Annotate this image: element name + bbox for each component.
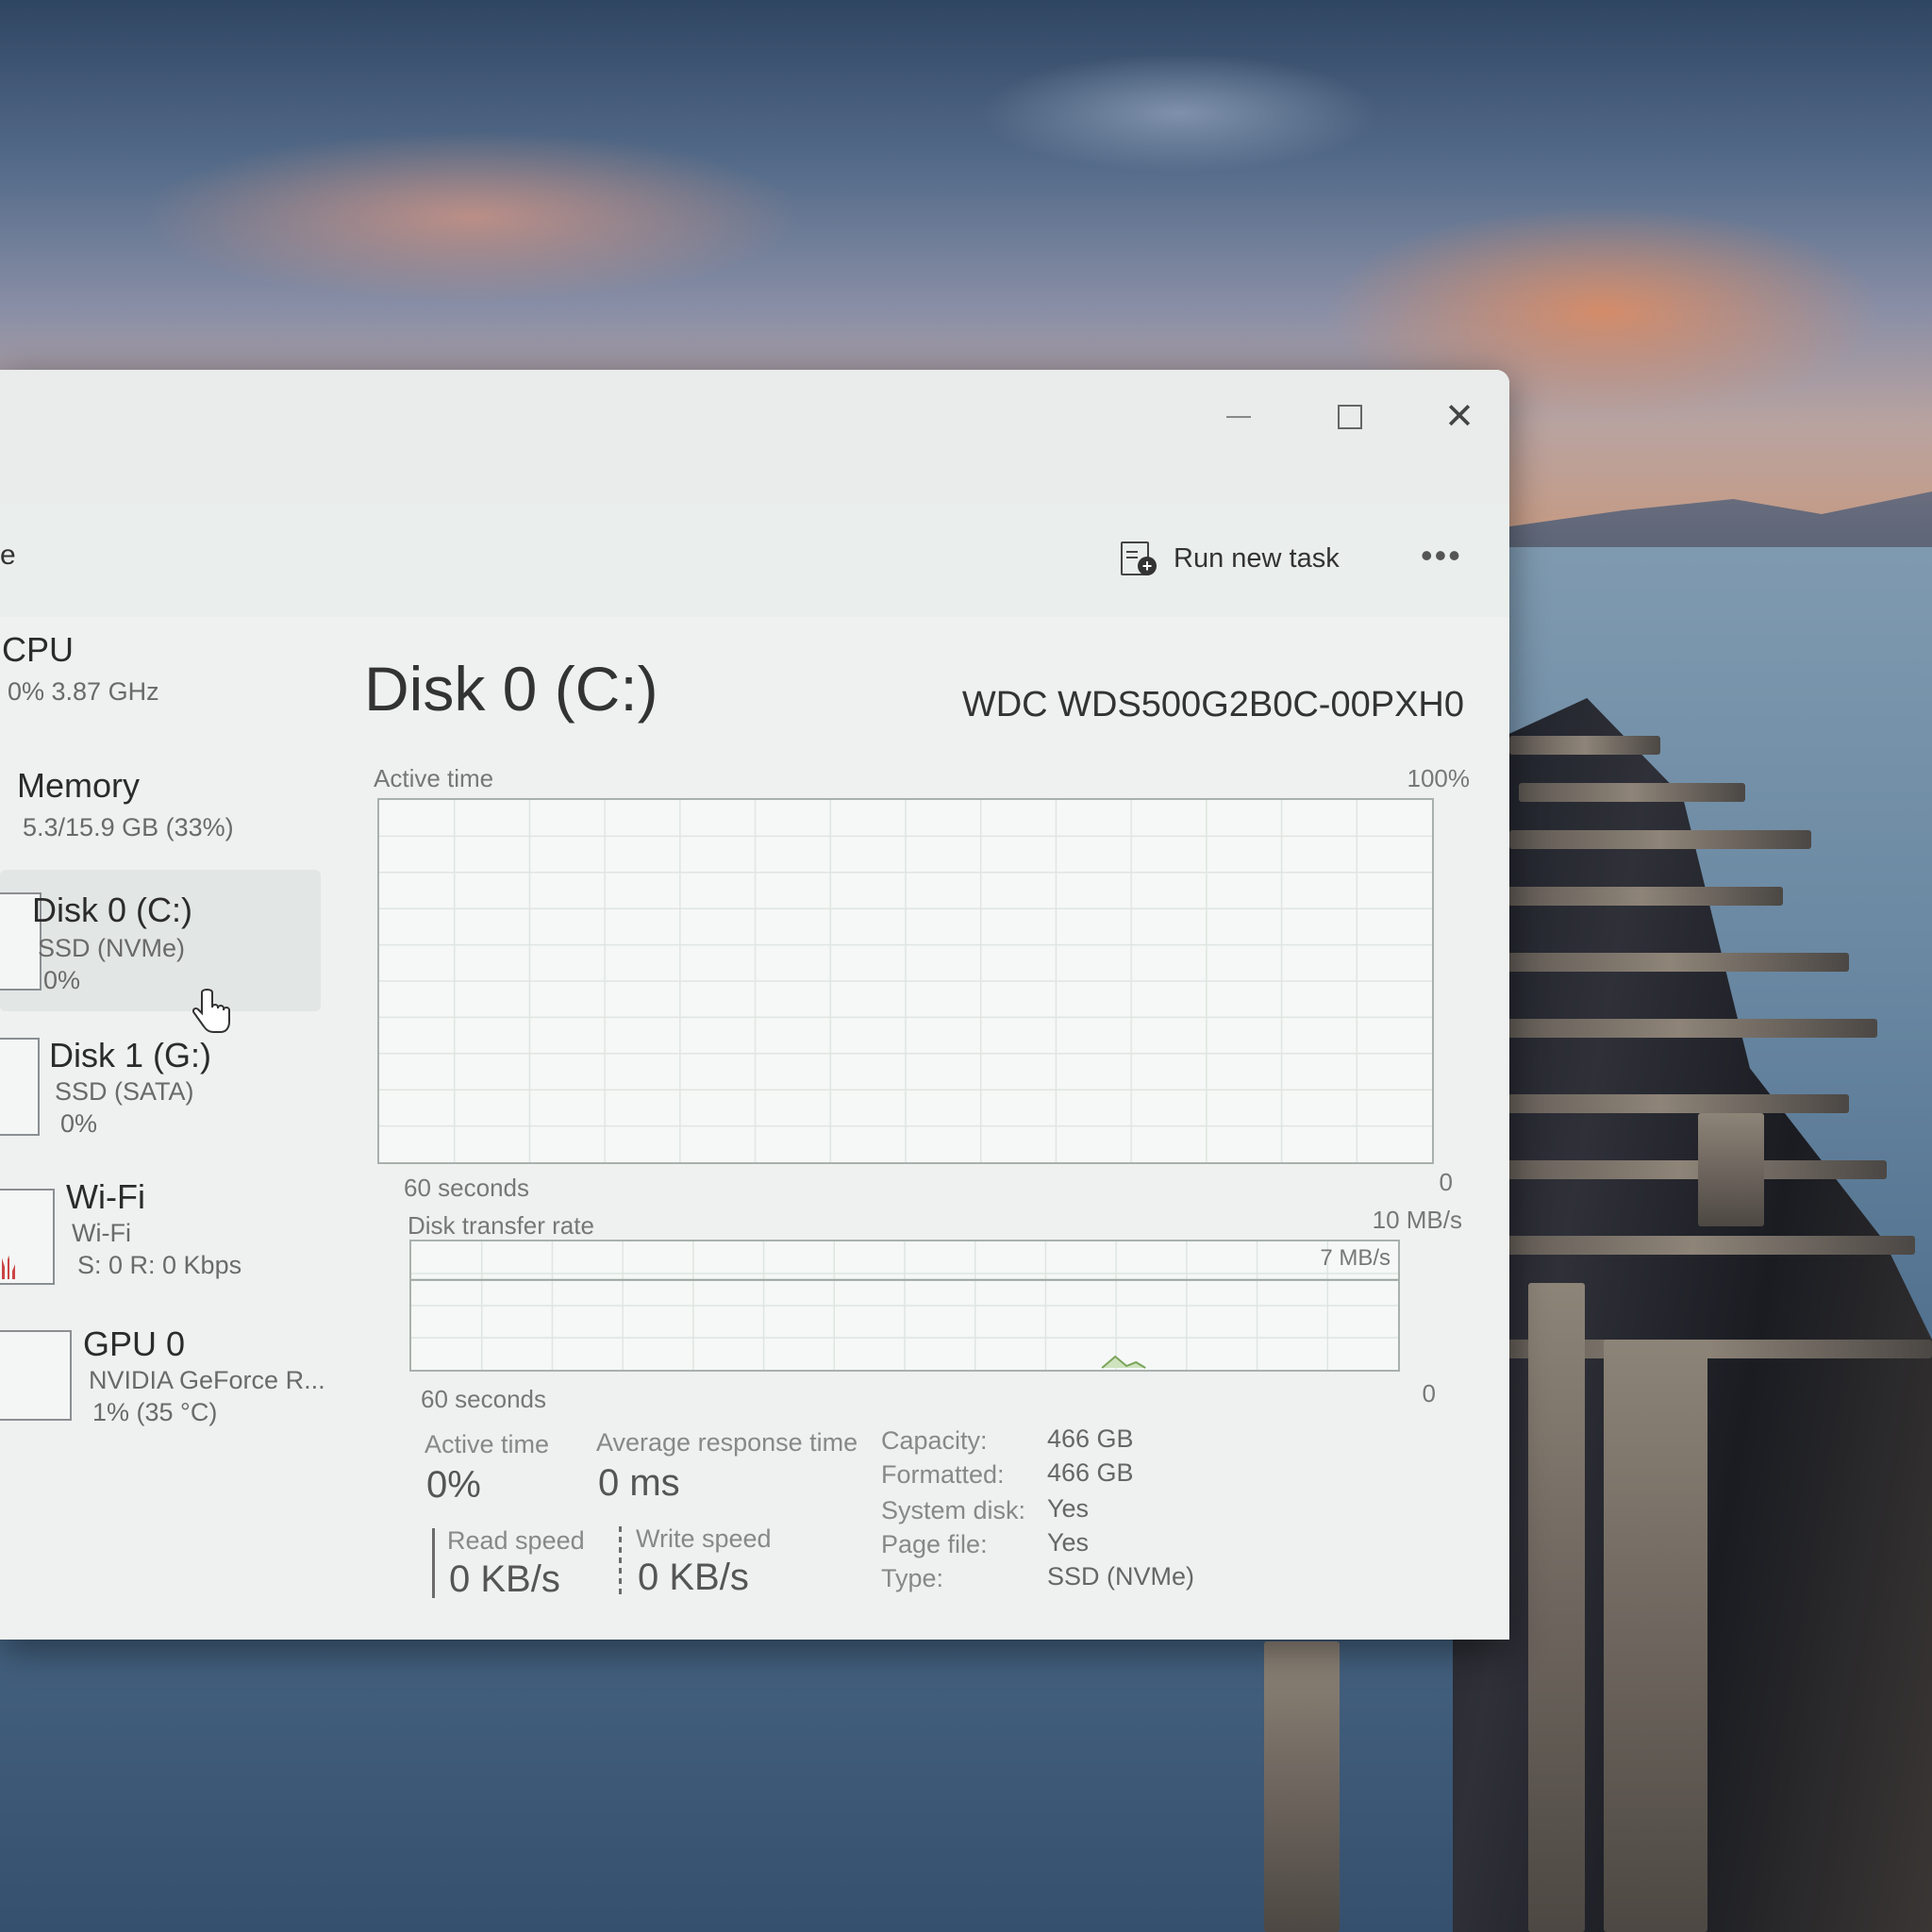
active-time-stat-value: 0% [426, 1464, 481, 1506]
sidebar-item-usage: 0% [43, 966, 81, 994]
write-speed-label: Write speed [636, 1524, 772, 1553]
sidebar-item-label: Memory [17, 766, 141, 805]
transfer-rate-graph-max: 10 MB/s [1372, 1206, 1462, 1234]
pier-post [1698, 1113, 1764, 1226]
info-value-system-disk: Yes [1047, 1494, 1090, 1523]
title-bar[interactable]: ✕ [0, 370, 1509, 504]
disk-1-thumbnail [0, 1038, 40, 1136]
read-speed-value: 0 KB/s [449, 1558, 560, 1600]
active-time-graph-duration: 60 seconds [404, 1174, 529, 1202]
pier-plank [1519, 783, 1745, 802]
pier-plank [1500, 887, 1783, 906]
disk-model: WDC WDS500G2B0C-00PXH0 [961, 685, 1464, 724]
info-value-formatted: 466 GB [1047, 1458, 1134, 1487]
sidebar-item-detail: SSD (SATA) [55, 1077, 194, 1106]
pier-plank [1481, 1019, 1877, 1038]
info-value-capacity: 466 GB [1047, 1424, 1134, 1453]
sidebar-item-wifi[interactable]: Wi-Fi Wi-Fi S: 0 R: 0 Kbps [0, 1157, 321, 1298]
sidebar-item-disk-0[interactable]: Disk 0 (C:) SSD (NVMe) 0% [0, 870, 321, 1011]
sidebar-item-usage: 1% (35 °C) [92, 1398, 218, 1426]
pier-post [1264, 1641, 1340, 1932]
sidebar-item-label: GPU 0 [83, 1324, 186, 1363]
pier-plank [1472, 1094, 1849, 1113]
sidebar-item-detail: NVIDIA GeForce R... [89, 1366, 325, 1394]
info-value-type: SSD (NVMe) [1047, 1562, 1195, 1591]
sidebar-item-disk-1[interactable]: Disk 1 (G:) SSD (SATA) 0% [0, 1013, 321, 1155]
disk-detail-panel: Disk 0 (C:) WDC WDS500G2B0C-00PXH0 Activ… [340, 617, 1509, 1640]
read-speed-legend [432, 1528, 435, 1598]
info-value-page-file: Yes [1047, 1528, 1090, 1557]
sidebar-item-gpu-0[interactable]: GPU 0 NVIDIA GeForce R... 1% (35 °C) [0, 1302, 325, 1443]
sidebar-item-label: Disk 1 (G:) [49, 1036, 212, 1074]
transfer-rate-activity-line [1101, 1355, 1146, 1369]
response-time-stat-value: 0 ms [598, 1462, 680, 1504]
read-speed-label: Read speed [447, 1526, 585, 1555]
info-key-system-disk: System disk: [881, 1496, 1026, 1524]
sidebar-item-detail: SSD (NVMe) [38, 934, 186, 962]
page-title: e [0, 540, 16, 571]
write-speed-legend [619, 1526, 622, 1596]
active-time-graph [377, 798, 1434, 1164]
minimize-button[interactable] [1206, 389, 1272, 445]
close-button[interactable]: ✕ [1426, 389, 1492, 445]
maximize-icon [1338, 405, 1362, 429]
active-time-stat-label: Active time [425, 1430, 550, 1458]
response-time-stat-label: Average response time [596, 1428, 858, 1457]
sidebar-item-detail: Wi-Fi [72, 1219, 131, 1247]
active-time-grid [379, 800, 1432, 1162]
sidebar-item-cpu[interactable]: CPU 0% 3.87 GHz [0, 617, 321, 721]
maximize-button[interactable] [1317, 389, 1383, 445]
pier-plank [1509, 830, 1811, 849]
pier-post [1604, 1340, 1707, 1932]
info-key-page-file: Page file: [881, 1530, 988, 1558]
pier-plank [1491, 953, 1849, 972]
run-new-task-button[interactable]: + Run new task [1119, 532, 1340, 585]
run-new-task-label: Run new task [1174, 542, 1340, 574]
sidebar-item-detail: 0% 3.87 GHz [8, 677, 159, 706]
active-time-graph-max: 100% [1407, 764, 1471, 792]
disk-title: Disk 0 (C:) [364, 654, 658, 724]
hand-cursor-icon [192, 989, 230, 1033]
info-key-type: Type: [881, 1564, 944, 1592]
sidebar-item-memory[interactable]: Memory 5.3/15.9 GB (33%) [0, 740, 321, 853]
pier-plank [1509, 736, 1660, 755]
close-icon: ✕ [1444, 397, 1474, 437]
sidebar-item-usage: S: 0 R: 0 Kbps [77, 1251, 242, 1279]
pier-plank [1472, 1236, 1915, 1255]
gpu-thumbnail [0, 1330, 72, 1421]
minimize-icon [1226, 416, 1251, 418]
toolbar: e + Run new task ••• [0, 504, 1509, 617]
performance-sidebar: CPU 0% 3.87 GHz Memory 5.3/15.9 GB (33%)… [0, 617, 330, 1640]
sidebar-item-usage: 0% [60, 1109, 98, 1138]
pier-post [1528, 1283, 1585, 1932]
transfer-rate-graph-min: 0 [1422, 1379, 1436, 1407]
info-key-capacity: Capacity: [881, 1426, 988, 1455]
sidebar-item-label: CPU [2, 630, 75, 669]
transfer-rate-graph: 7 MB/s [409, 1240, 1400, 1372]
sidebar-item-label: Disk 0 (C:) [32, 891, 192, 929]
active-time-graph-min: 0 [1439, 1168, 1453, 1196]
transfer-rate-grid [411, 1241, 1398, 1370]
more-options-button[interactable]: ••• [1421, 536, 1462, 575]
write-speed-value: 0 KB/s [638, 1557, 749, 1598]
info-key-formatted: Formatted: [881, 1460, 1005, 1489]
run-task-icon: + [1119, 540, 1157, 577]
transfer-rate-graph-duration: 60 seconds [421, 1385, 546, 1413]
sidebar-item-label: Wi-Fi [66, 1177, 145, 1216]
active-time-graph-label: Active time [374, 764, 494, 792]
wifi-thumbnail [0, 1189, 55, 1285]
sidebar-item-detail: 5.3/15.9 GB (33%) [23, 813, 234, 841]
pier-plank [1472, 1160, 1887, 1179]
transfer-rate-graph-label: Disk transfer rate [408, 1211, 594, 1240]
transfer-rate-graph-mid: 7 MB/s [1320, 1245, 1391, 1271]
